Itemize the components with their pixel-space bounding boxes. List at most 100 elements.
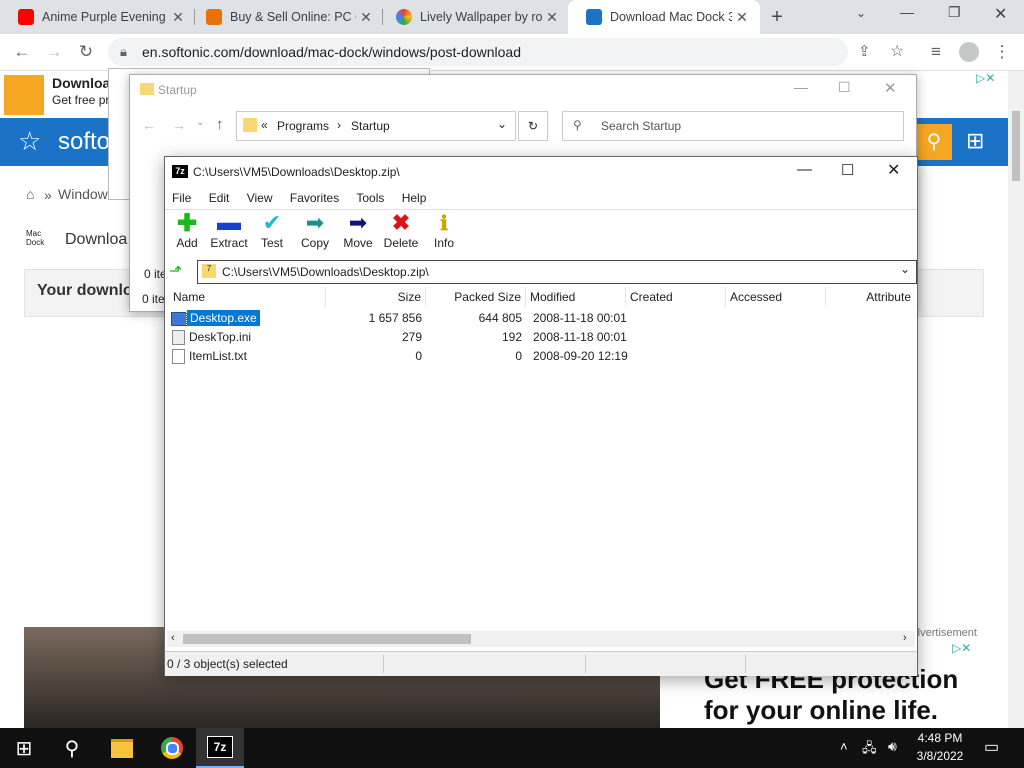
chrome-taskbar-button[interactable]: [148, 728, 196, 768]
check-icon: ✔: [262, 210, 282, 235]
tab-buysell[interactable]: Buy & Sell Online: PC C ✕: [188, 0, 384, 34]
chevron-down-icon[interactable]: ⌄: [497, 117, 507, 131]
softonic-logo-icon[interactable]: ☆: [18, 126, 41, 157]
scroll-right-icon[interactable]: ›: [903, 632, 907, 644]
profile-avatar[interactable]: [959, 42, 979, 62]
reading-list-icon[interactable]: ≡: [924, 40, 948, 64]
chevron-up-icon[interactable]: ˄: [840, 739, 848, 754]
new-tab-button[interactable]: +: [766, 6, 788, 28]
close-tab-icon[interactable]: ✕: [168, 9, 188, 26]
start-windows-icon[interactable]: ⊞: [0, 728, 48, 768]
tab-macdock[interactable]: Download Mac Dock 3 ✕: [568, 0, 760, 34]
search-icon[interactable]: ⚲: [48, 728, 96, 768]
back-icon[interactable]: ←: [142, 117, 156, 133]
minimize-icon[interactable]: —: [794, 79, 808, 95]
column-packed-size[interactable]: Packed Size: [426, 287, 526, 307]
share-icon[interactable]: ⇪: [858, 42, 871, 60]
menu-favorites[interactable]: Favorites: [290, 191, 339, 205]
notifications-icon[interactable]: ▭: [984, 737, 999, 757]
adchoices-icon[interactable]: ▷✕: [952, 641, 971, 655]
7zip-address-bar[interactable]: 7 C:\Users\VM5\Downloads\Desktop.zip\ ⌄: [197, 260, 917, 284]
column-attributes[interactable]: Attribute: [826, 287, 915, 307]
home-icon[interactable]: ⌂: [26, 186, 34, 202]
column-modified[interactable]: Modified: [526, 287, 626, 307]
file-row[interactable]: Desktop.exe 1 657 856 644 805 2008-11-18…: [169, 309, 909, 328]
page-scrollbar[interactable]: [1008, 71, 1024, 728]
forward-icon[interactable]: →: [42, 40, 66, 64]
ini-file-icon: [172, 330, 185, 345]
column-accessed[interactable]: Accessed: [726, 287, 826, 307]
test-button[interactable]: ✔ Test: [250, 210, 294, 250]
close-icon[interactable]: ✕: [884, 79, 897, 97]
scrollbar-thumb[interactable]: [183, 634, 471, 644]
add-button[interactable]: ✚ Add: [165, 210, 209, 251]
explorer-search-input[interactable]: ⚲ Search Startup: [562, 111, 904, 141]
tab-anime[interactable]: Anime Purple Evening ✕: [0, 0, 196, 34]
up-icon[interactable]: ↑: [216, 116, 224, 133]
refresh-icon[interactable]: ↻: [518, 111, 548, 141]
horizontal-scrollbar[interactable]: ‹ ›: [167, 631, 915, 647]
ad-title[interactable]: Downloa: [52, 75, 110, 91]
chevron-down-icon[interactable]: ⌄: [900, 262, 910, 276]
scrollbar-thumb[interactable]: [1012, 111, 1020, 181]
file-explorer-taskbar-button[interactable]: [98, 728, 146, 768]
maximize-icon[interactable]: ☐: [838, 79, 851, 96]
folder-icon: [140, 83, 154, 95]
restore-icon[interactable]: ❐: [948, 4, 961, 21]
clock-time[interactable]: 4:48 PM: [912, 731, 968, 745]
copy-button[interactable]: ➡ Copy: [293, 210, 337, 250]
up-folder-icon[interactable]: ⬏: [169, 261, 191, 283]
minimize-icon[interactable]: —: [797, 161, 812, 178]
reload-icon[interactable]: ↻: [74, 40, 98, 64]
recent-icon[interactable]: ⌄: [196, 117, 204, 128]
tab-search-icon[interactable]: ⌄: [856, 6, 866, 20]
folder-icon: [111, 738, 133, 758]
windows-icon[interactable]: ⊞: [966, 128, 984, 154]
file-row[interactable]: ItemList.txt 0 0 2008-09-20 12:19: [169, 347, 909, 366]
back-icon[interactable]: ←: [10, 40, 34, 64]
forward-icon[interactable]: →: [172, 117, 186, 133]
menu-view[interactable]: View: [247, 191, 273, 205]
tab-title: Buy & Sell Online: PC C: [230, 10, 356, 24]
softonic-logo-text[interactable]: softo: [58, 128, 110, 156]
info-button[interactable]: ℹ Info: [422, 210, 466, 251]
menu-help[interactable]: Help: [402, 191, 427, 205]
path-startup[interactable]: Startup: [351, 119, 390, 133]
column-created[interactable]: Created: [626, 287, 726, 307]
clock-date[interactable]: 3/8/2022: [912, 749, 968, 763]
search-icon[interactable]: ⚲: [916, 124, 952, 160]
delete-x-icon: ✖: [391, 210, 411, 235]
address-bar[interactable]: 🔒︎ en.softonic.com/download/mac-dock/win…: [108, 38, 904, 66]
close-tab-icon[interactable]: ✕: [542, 9, 562, 26]
adchoices-icon[interactable]: ▷✕: [976, 71, 995, 85]
menu-tools[interactable]: Tools: [356, 191, 384, 205]
maximize-icon[interactable]: ☐: [841, 161, 854, 179]
delete-button[interactable]: ✖ Delete: [379, 210, 423, 250]
minimize-icon[interactable]: —: [900, 4, 914, 20]
bookmark-star-icon[interactable]: ☆: [890, 41, 904, 61]
path-programs[interactable]: Programs: [277, 119, 329, 133]
close-tab-icon[interactable]: ✕: [356, 9, 376, 26]
close-tab-icon[interactable]: ✕: [732, 9, 752, 26]
move-button[interactable]: ➡ Move: [336, 210, 380, 250]
tab-lively[interactable]: Lively Wallpaper by roc ✕: [378, 0, 570, 34]
g-icon: [206, 9, 222, 25]
close-icon[interactable]: ✕: [887, 160, 900, 180]
file-row[interactable]: DeskTop.ini 279 192 2008-11-18 00:01: [169, 328, 909, 347]
7zip-taskbar-button[interactable]: 7z: [196, 728, 244, 768]
column-name[interactable]: Name: [169, 287, 326, 307]
volume-icon[interactable]: 🔊︎: [888, 738, 897, 755]
app-icon: Mac Dock: [26, 229, 45, 247]
scroll-left-icon[interactable]: ‹: [171, 632, 175, 644]
more-menu-icon[interactable]: ⋮: [990, 40, 1014, 64]
menu-file[interactable]: File: [172, 191, 191, 205]
explorer-address-bar[interactable]: « Programs › Startup ⌄: [236, 111, 516, 141]
extract-button[interactable]: ▬ Extract: [207, 209, 251, 250]
menu-edit[interactable]: Edit: [209, 191, 230, 205]
network-icon[interactable]: 🖧︎: [862, 739, 877, 761]
column-size[interactable]: Size: [326, 287, 426, 307]
advertisement-label: dvertisement: [914, 627, 977, 639]
breadcrumb[interactable]: Window: [58, 186, 108, 202]
ad-headline-2[interactable]: for your online life.: [704, 695, 938, 726]
close-window-icon[interactable]: ✕: [994, 4, 1007, 24]
